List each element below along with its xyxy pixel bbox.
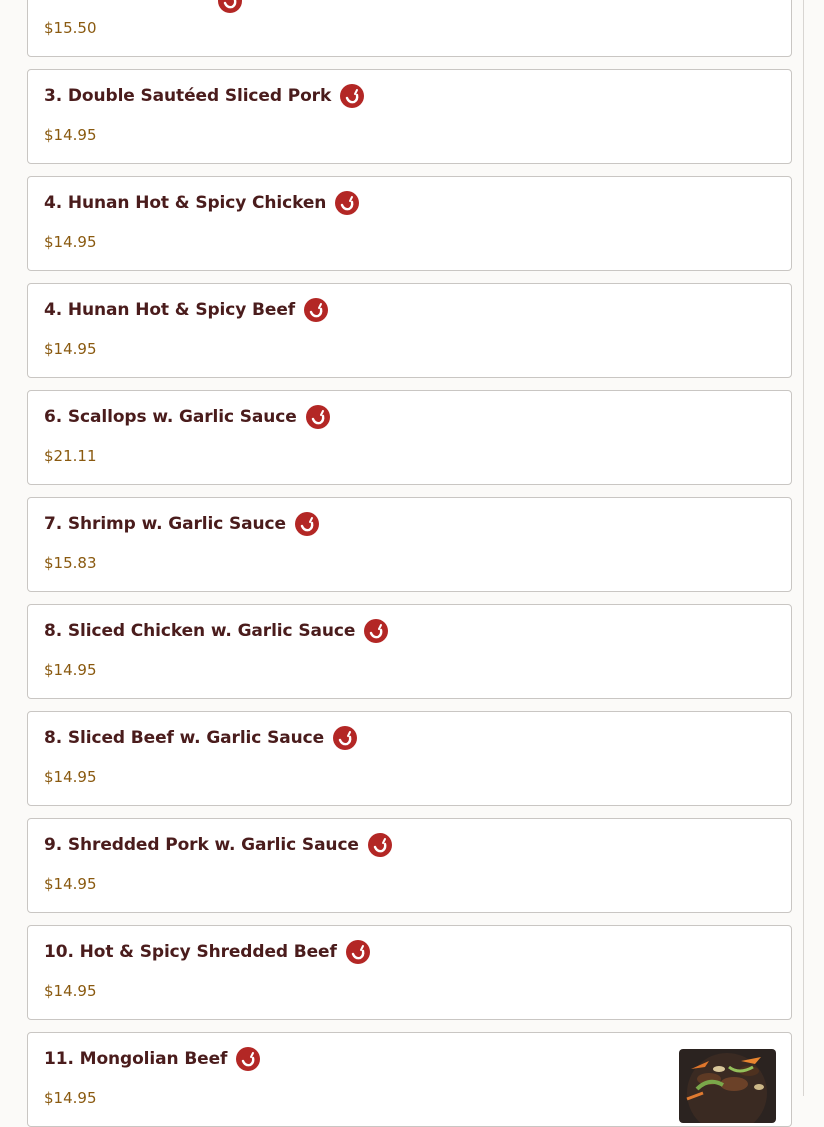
- menu-item-name: 10. Hot & Spicy Shredded Beef: [44, 942, 337, 962]
- menu-item-price: $21.11: [44, 447, 97, 465]
- menu-item-card[interactable]: 4. Hunan Hot & Spicy Chicken $14.95: [27, 176, 792, 271]
- spicy-pepper-icon: [345, 940, 370, 964]
- spicy-pepper-icon: [340, 84, 365, 108]
- menu-panel: $15.50 3. Double Sautéed Sliced Pork $14…: [0, 0, 804, 1127]
- menu-item-name: 4. Hunan Hot & Spicy Chicken: [44, 193, 327, 213]
- menu-item-card[interactable]: 8. Sliced Chicken w. Garlic Sauce $14.95: [27, 604, 792, 699]
- menu-item-card[interactable]: 4. Hunan Hot & Spicy Beef $14.95: [27, 283, 792, 378]
- menu-item-price: $15.83: [44, 554, 97, 572]
- menu-item-card[interactable]: 3. Double Sautéed Sliced Pork $14.95: [27, 69, 792, 164]
- menu-item-card[interactable]: 11. Mongolian Beef $14.95: [27, 1032, 792, 1127]
- spicy-pepper-icon: [218, 0, 242, 13]
- spicy-pepper-icon: [305, 405, 330, 429]
- spicy-pepper-icon: [236, 1047, 261, 1071]
- spicy-pepper-icon: [333, 726, 358, 750]
- menu-item-name: 8. Sliced Chicken w. Garlic Sauce: [44, 621, 356, 641]
- menu-item-name: 4. Hunan Hot & Spicy Beef: [44, 300, 296, 320]
- menu-item-price: $14.95: [44, 233, 97, 251]
- menu-item-card[interactable]: 10. Hot & Spicy Shredded Beef $14.95: [27, 925, 792, 1020]
- menu-item-name: 11. Mongolian Beef: [44, 1049, 228, 1069]
- menu-item-card[interactable]: 6. Scallops w. Garlic Sauce $21.11: [27, 390, 792, 485]
- menu-item-name: 3. Double Sautéed Sliced Pork: [44, 86, 332, 106]
- menu-item-price: $15.50: [44, 19, 97, 37]
- menu-item-price: $14.95: [44, 126, 97, 144]
- spicy-pepper-icon: [364, 619, 389, 643]
- menu-item-name: 8. Sliced Beef w. Garlic Sauce: [44, 728, 325, 748]
- spicy-pepper-icon: [335, 191, 360, 215]
- spicy-pepper-icon: [294, 512, 319, 536]
- menu-item-price: $14.95: [44, 1089, 97, 1107]
- menu-item-price: $14.95: [44, 982, 97, 1000]
- menu-item-price: $14.95: [44, 661, 97, 679]
- menu-item-name: 7. Shrimp w. Garlic Sauce: [44, 514, 286, 534]
- menu-item-card[interactable]: 8. Sliced Beef w. Garlic Sauce $14.95: [27, 711, 792, 806]
- menu-item-price: $14.95: [44, 768, 97, 786]
- spicy-pepper-icon: [367, 833, 392, 857]
- menu-item-card[interactable]: $15.50: [27, 0, 792, 57]
- menu-item-name: 9. Shredded Pork w. Garlic Sauce: [44, 835, 359, 855]
- menu-item-card[interactable]: 9. Shredded Pork w. Garlic Sauce $14.95: [27, 818, 792, 913]
- spicy-pepper-icon: [304, 298, 329, 322]
- menu-item-card[interactable]: 7. Shrimp w. Garlic Sauce $15.83: [27, 497, 792, 592]
- menu-item-price: $14.95: [44, 875, 97, 893]
- menu-item-name: 6. Scallops w. Garlic Sauce: [44, 407, 297, 427]
- menu-item-price: $14.95: [44, 340, 97, 358]
- menu-item-photo[interactable]: [679, 1049, 776, 1123]
